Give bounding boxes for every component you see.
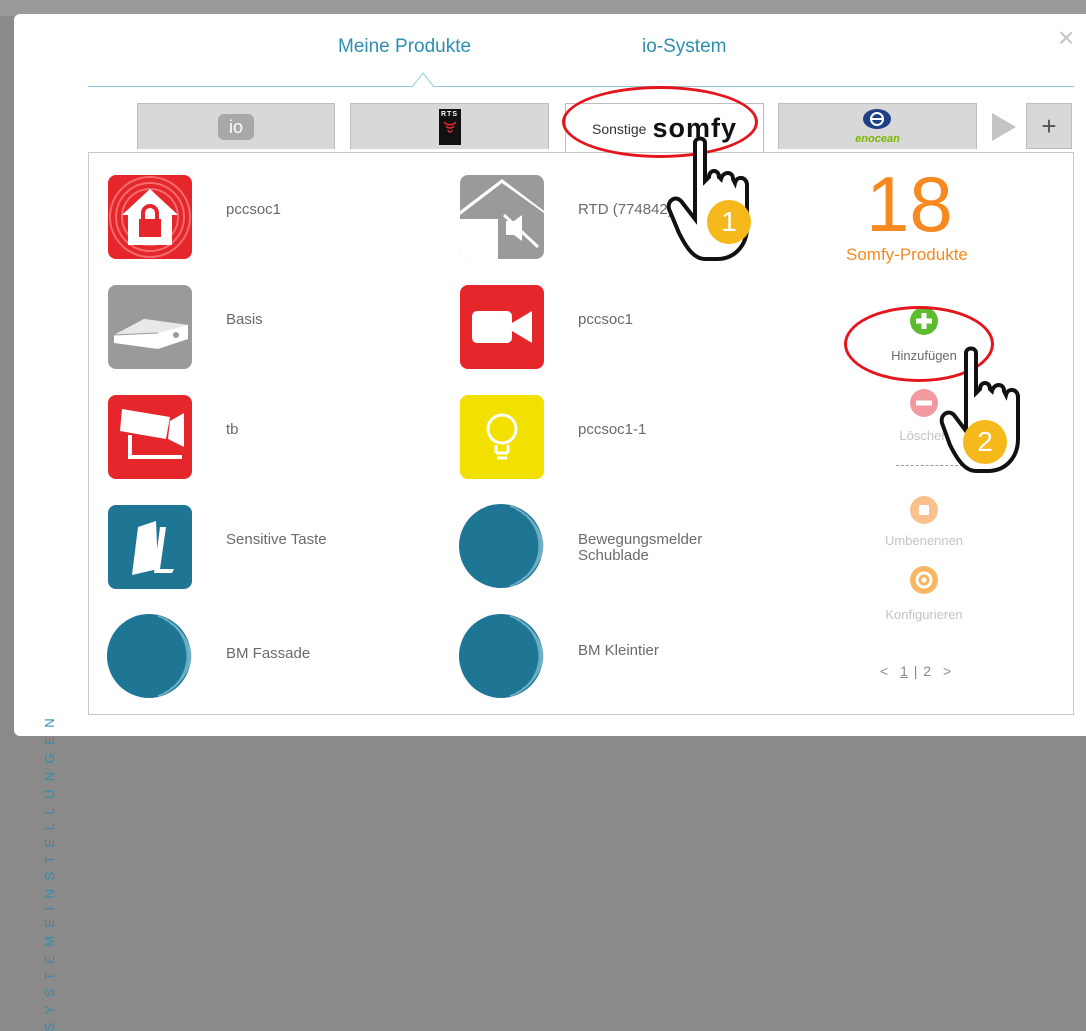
pagination-separator: | — [913, 663, 918, 679]
rename-label: Umbenennen — [884, 533, 964, 548]
enocean-logo-text: enocean — [855, 133, 900, 145]
tab-protocol-enocean[interactable]: enocean — [778, 103, 977, 149]
minus-circle-icon — [910, 389, 938, 417]
tab-underline — [88, 86, 1074, 87]
rename-button[interactable]: Umbenennen — [864, 495, 984, 555]
product-label[interactable]: BM Kleintier — [578, 643, 659, 659]
sidebar-vertical-label: SYSTEMEINSTELLUNGEN — [42, 710, 57, 1031]
close-icon[interactable]: × — [1058, 24, 1074, 52]
pointing-hand-icon — [939, 346, 1020, 473]
plus-icon: + — [1041, 111, 1057, 141]
product-label[interactable]: pccsoc1-1 — [578, 422, 646, 438]
annotation-step-1: 1 — [707, 200, 751, 244]
gear-icon — [910, 566, 938, 594]
stop-circle-icon — [910, 496, 938, 524]
product-label[interactable]: Bewegungsmelder Schublade — [578, 532, 702, 564]
tab-protocol-rts[interactable]: RTS — [350, 103, 549, 149]
product-label[interactable]: RTD (774842) — [578, 202, 673, 218]
tab-protocol-io[interactable]: io — [137, 103, 335, 149]
tab-io-system[interactable]: io-System — [642, 36, 726, 58]
io-logo-text: io — [228, 116, 243, 137]
io-logo-icon: io — [218, 113, 254, 140]
enocean-logo: enocean — [855, 108, 900, 145]
product-label[interactable]: pccsoc1 — [226, 202, 281, 218]
motion-sensor-icon[interactable] — [106, 613, 192, 699]
product-label[interactable]: tb — [226, 422, 239, 438]
scroll-right-icon[interactable] — [990, 111, 1018, 143]
pagination-prev[interactable]: < — [880, 663, 888, 679]
active-tab-caret-icon — [412, 72, 434, 88]
configure-label: Konfigurieren — [885, 607, 963, 622]
alarm-house-icon[interactable] — [108, 175, 192, 259]
house-sensor-icon[interactable] — [460, 175, 544, 259]
sensitive-key-icon[interactable] — [108, 505, 192, 589]
annotation-step-2: 2 — [963, 420, 1007, 464]
product-label-line1: Bewegungsmelder — [578, 531, 703, 548]
light-bulb-icon[interactable] — [460, 395, 544, 479]
rts-logo-text: RTS — [441, 110, 458, 118]
pagination-next[interactable]: > — [943, 663, 951, 679]
product-count-label: Somfy-Produkte — [846, 245, 968, 264]
base-station-icon[interactable] — [108, 285, 192, 369]
video-camera-icon[interactable] — [460, 285, 544, 369]
product-count: 18 — [866, 160, 953, 248]
pagination-page-2[interactable]: 2 — [923, 663, 931, 679]
pointing-hand-icon — [666, 136, 749, 261]
motion-sensor-icon[interactable] — [458, 613, 544, 699]
product-label[interactable]: pccsoc1 — [578, 312, 633, 328]
product-label[interactable]: Sensitive Taste — [226, 532, 327, 548]
product-label[interactable]: Basis — [226, 312, 263, 328]
rts-logo-icon: RTS — [438, 108, 461, 145]
tab-meine-produkte[interactable]: Meine Produkte — [338, 36, 471, 58]
add-protocol-button[interactable]: + — [1026, 103, 1072, 149]
security-camera-icon[interactable] — [108, 395, 192, 479]
motion-sensor-icon[interactable] — [458, 503, 544, 589]
configure-button[interactable]: Konfigurieren — [864, 565, 984, 625]
product-label-line2: Schublade — [578, 547, 649, 564]
pagination-page-1[interactable]: 1 — [900, 663, 908, 679]
pagination: < 1 | 2 > — [880, 663, 951, 679]
product-label[interactable]: BM Fassade — [226, 646, 310, 662]
sidebar-vertical-label-wrap: SYSTEMEINSTELLUNGEN — [42, 290, 82, 1031]
enocean-logo-icon — [863, 109, 892, 129]
